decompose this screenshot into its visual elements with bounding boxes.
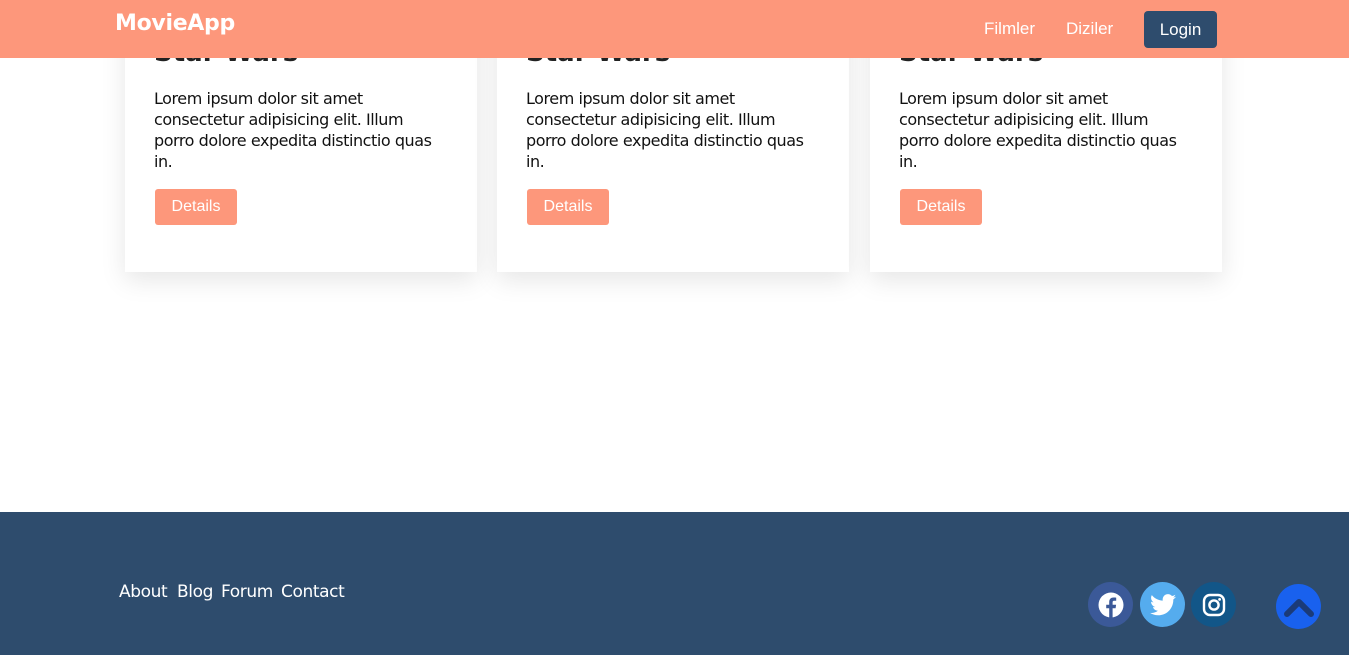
footer-link-contact[interactable]: Contact	[281, 582, 345, 602]
card-text: Lorem ipsum dolor sit amet consectetur a…	[154, 89, 432, 171]
login-button[interactable]: Login	[1144, 11, 1217, 48]
details-button[interactable]: Details	[900, 189, 982, 225]
nav-link-filmler[interactable]: Filmler	[984, 19, 1035, 39]
nav-link-diziler[interactable]: Diziler	[1066, 19, 1113, 39]
twitter-button[interactable]	[1140, 582, 1185, 627]
brand-logo[interactable]: MovieApp	[115, 11, 235, 36]
instagram-icon	[1202, 593, 1225, 616]
footer: About Blog Forum Contact	[0, 512, 1349, 655]
footer-link-about[interactable]: About	[119, 582, 168, 602]
instagram-button[interactable]	[1191, 582, 1236, 627]
twitter-icon	[1149, 593, 1176, 615]
details-button[interactable]: Details	[527, 189, 609, 225]
scroll-to-top-button[interactable]	[1276, 584, 1321, 629]
details-button[interactable]: Details	[155, 189, 237, 225]
footer-link-forum[interactable]: Forum	[221, 582, 273, 602]
navbar: MovieApp Filmler Diziler Login	[0, 0, 1349, 58]
footer-link-blog[interactable]: Blog	[177, 582, 213, 602]
facebook-icon	[1098, 592, 1123, 618]
facebook-button[interactable]	[1088, 582, 1133, 627]
card-text: Lorem ipsum dolor sit amet consectetur a…	[526, 89, 804, 171]
card-text: Lorem ipsum dolor sit amet consectetur a…	[899, 89, 1177, 171]
chevron-up-icon	[1283, 598, 1314, 617]
